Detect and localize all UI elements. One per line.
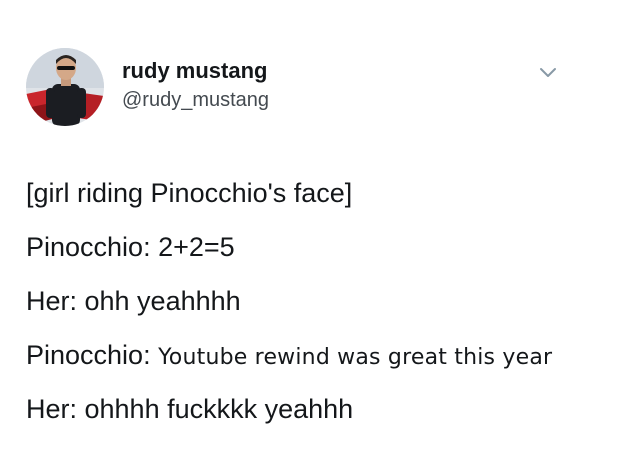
tweet-line-prefix: Pinocchio: [26, 340, 151, 370]
tweet-line-edited-text: Youtube rewind was great this year [158, 345, 553, 370]
tweet-text: [girl riding Pinocchio's face] Pinocchio… [26, 166, 632, 436]
tweet-card: rudy mustang @rudy_mustang [girl riding … [0, 0, 640, 474]
author-display-name[interactable]: rudy mustang [122, 58, 267, 84]
tweet-line: Her: ohh yeahhhh [26, 286, 241, 316]
tweet-line: Her: ohhhh fuckkkk yeahhh [26, 394, 354, 424]
tweet-line: Pinocchio: Youtube rewind was great this… [26, 328, 632, 382]
author-handle[interactable]: @rudy_mustang [122, 89, 269, 112]
chevron-down-icon[interactable] [538, 66, 558, 80]
tweet-line: Pinocchio: 2+2=5 [26, 232, 235, 262]
tweet-line: [girl riding Pinocchio's face] [26, 178, 353, 208]
avatar-photo-icon [26, 48, 104, 126]
author-avatar[interactable] [26, 48, 104, 126]
